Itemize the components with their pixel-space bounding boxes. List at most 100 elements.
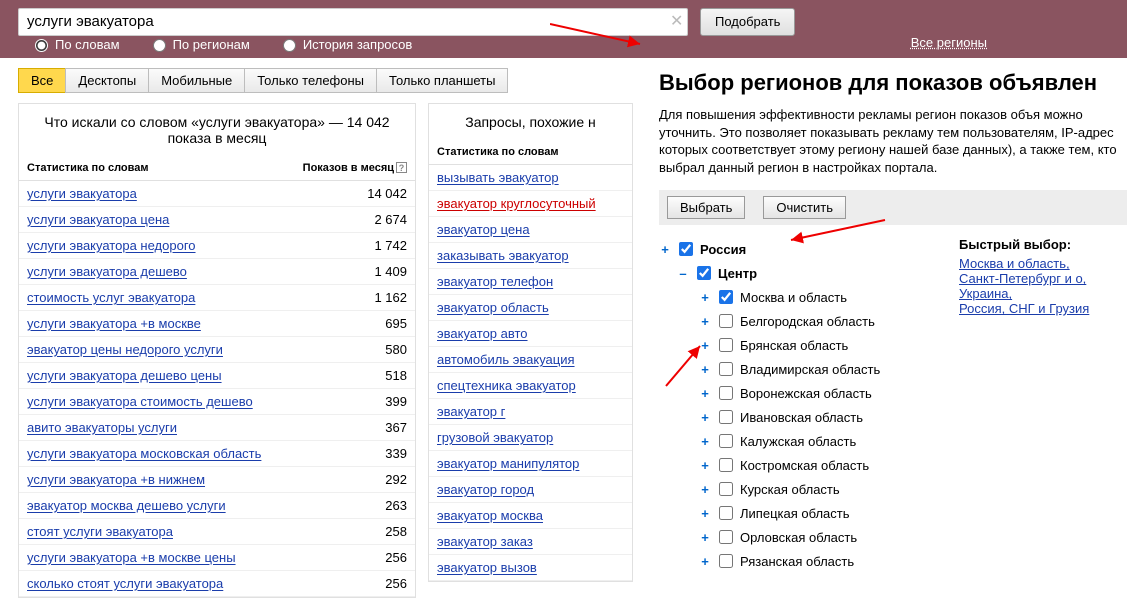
collapse-icon[interactable]: – — [677, 266, 689, 281]
region-checkbox[interactable] — [719, 554, 733, 568]
select-button[interactable]: Выбрать — [667, 196, 745, 219]
help-icon[interactable]: ? — [396, 162, 407, 173]
keyword-link[interactable]: спецтехника эвакуатор — [437, 378, 576, 393]
quick-link[interactable]: Москва и область, — [959, 256, 1127, 271]
keyword-link[interactable]: услуги эвакуатора дешево — [27, 264, 187, 279]
region-checkbox[interactable] — [719, 338, 733, 352]
keyword-link[interactable]: эвакуатор область — [437, 300, 549, 315]
expand-icon[interactable]: + — [699, 482, 711, 497]
keyword-link[interactable]: услуги эвакуатора — [27, 186, 137, 201]
region-label: Курская область — [740, 482, 840, 497]
filter-phones[interactable]: Только телефоны — [244, 68, 377, 93]
filter-mobile[interactable]: Мобильные — [148, 68, 245, 93]
keyword-link[interactable]: услуги эвакуатора московская область — [27, 446, 261, 461]
tab-by-regions[interactable]: По регионам — [148, 36, 250, 52]
expand-icon[interactable]: + — [699, 290, 711, 305]
keyword-link[interactable]: услуги эвакуатора цена — [27, 212, 169, 227]
search-input[interactable] — [18, 8, 688, 36]
region-checkbox[interactable] — [719, 506, 733, 520]
tree-region[interactable]: +Рязанская область — [659, 549, 959, 573]
tree-region[interactable]: +Орловская область — [659, 525, 959, 549]
tree-region[interactable]: +Воронежская область — [659, 381, 959, 405]
keyword-link[interactable]: грузовой эвакуатор — [437, 430, 553, 445]
filter-desktop[interactable]: Десктопы — [65, 68, 149, 93]
keyword-link[interactable]: услуги эвакуатора стоимость дешево — [27, 394, 253, 409]
region-checkbox[interactable] — [719, 482, 733, 496]
keyword-link[interactable]: эвакуатор москва — [437, 508, 543, 523]
keyword-link[interactable]: эвакуатор заказ — [437, 534, 533, 549]
keyword-link[interactable]: эвакуатор телефон — [437, 274, 553, 289]
russia-checkbox[interactable] — [679, 242, 693, 256]
region-label: Калужская область — [740, 434, 856, 449]
keyword-link[interactable]: услуги эвакуатора +в москве — [27, 316, 201, 331]
table-row: грузовой эвакуатор — [429, 425, 632, 451]
region-checkbox[interactable] — [719, 458, 733, 472]
tree-region[interactable]: +Белгородская область — [659, 309, 959, 333]
expand-icon[interactable]: + — [699, 506, 711, 521]
keyword-link[interactable]: эвакуатор г — [437, 404, 505, 419]
regions-link[interactable]: Все регионы — [911, 35, 987, 50]
keyword-link[interactable]: стоят услуги эвакуатора — [27, 524, 173, 539]
tab-history[interactable]: История запросов — [278, 36, 413, 52]
tree-region[interactable]: +Костромская область — [659, 453, 959, 477]
keyword-link[interactable]: авито эвакуаторы услуги — [27, 420, 177, 435]
keyword-link[interactable]: заказывать эвакуатор — [437, 248, 569, 263]
tree-region[interactable]: +Брянская область — [659, 333, 959, 357]
clear-button[interactable]: Очистить — [763, 196, 846, 219]
keyword-link[interactable]: стоимость услуг эвакуатора — [27, 290, 195, 305]
quick-title: Быстрый выбор: — [959, 237, 1127, 252]
keyword-link[interactable]: эвакуатор авто — [437, 326, 528, 341]
table-row: авито эвакуаторы услуги367 — [19, 415, 415, 441]
keyword-link[interactable]: услуги эвакуатора +в нижнем — [27, 472, 205, 487]
tab-by-words[interactable]: По словам — [30, 36, 120, 52]
tree-russia[interactable]: + Россия — [659, 237, 959, 261]
region-checkbox[interactable] — [719, 362, 733, 376]
expand-icon[interactable]: + — [699, 314, 711, 329]
expand-icon[interactable]: + — [699, 410, 711, 425]
tree-region[interactable]: +Липецкая область — [659, 501, 959, 525]
keyword-link[interactable]: эвакуатор москва дешево услуги — [27, 498, 226, 513]
quick-link[interactable]: Санкт-Петербург и о, — [959, 271, 1127, 286]
expand-icon[interactable]: + — [699, 338, 711, 353]
expand-icon[interactable]: + — [699, 458, 711, 473]
keyword-link[interactable]: эвакуатор вызов — [437, 560, 537, 575]
keyword-link[interactable]: эвакуатор город — [437, 482, 534, 497]
tree-region[interactable]: + Курская область — [659, 477, 959, 501]
left-title: Что искали со словом «услуги эвакуатора»… — [19, 104, 415, 158]
quick-link[interactable]: Украина, — [959, 286, 1127, 301]
expand-icon[interactable]: + — [699, 362, 711, 377]
expand-icon[interactable]: + — [659, 242, 671, 257]
expand-icon[interactable]: + — [699, 554, 711, 569]
region-checkbox[interactable] — [719, 314, 733, 328]
region-label: Москва и область — [740, 290, 847, 305]
keyword-link[interactable]: эвакуатор цены недорого услуги — [27, 342, 223, 357]
keyword-link[interactable]: услуги эвакуатора дешево цены — [27, 368, 222, 383]
keyword-link[interactable]: вызывать эвакуатор — [437, 170, 559, 185]
tree-region[interactable]: +Ивановская область — [659, 405, 959, 429]
expand-icon[interactable]: + — [699, 386, 711, 401]
region-checkbox[interactable] — [719, 530, 733, 544]
filter-all[interactable]: Все — [18, 68, 66, 93]
keyword-link[interactable]: эвакуатор манипулятор — [437, 456, 579, 471]
quick-link[interactable]: Россия, СНГ и Грузия — [959, 301, 1127, 316]
tree-region[interactable]: + Калужская область — [659, 429, 959, 453]
keyword-link[interactable]: сколько стоят услуги эвакуатора — [27, 576, 223, 591]
keyword-link[interactable]: услуги эвакуатора +в москве цены — [27, 550, 236, 565]
expand-icon[interactable]: + — [699, 434, 711, 449]
region-checkbox[interactable] — [719, 290, 733, 304]
keyword-link[interactable]: эвакуатор круглосуточный — [437, 196, 596, 211]
center-checkbox[interactable] — [697, 266, 711, 280]
tree-region[interactable]: + Москва и область — [659, 285, 959, 309]
keyword-link[interactable]: услуги эвакуатора недорого — [27, 238, 196, 253]
region-checkbox[interactable] — [719, 434, 733, 448]
tree-region[interactable]: +Владимирская область — [659, 357, 959, 381]
submit-button[interactable]: Подобрать — [700, 8, 795, 36]
filter-tablets[interactable]: Только планшеты — [376, 68, 508, 93]
tree-center[interactable]: – Центр — [659, 261, 959, 285]
region-checkbox[interactable] — [719, 386, 733, 400]
keyword-link[interactable]: автомобиль эвакуация — [437, 352, 575, 367]
region-checkbox[interactable] — [719, 410, 733, 424]
keyword-link[interactable]: эвакуатор цена — [437, 222, 530, 237]
expand-icon[interactable]: + — [699, 530, 711, 545]
clear-icon[interactable]: ✕ — [670, 11, 683, 31]
